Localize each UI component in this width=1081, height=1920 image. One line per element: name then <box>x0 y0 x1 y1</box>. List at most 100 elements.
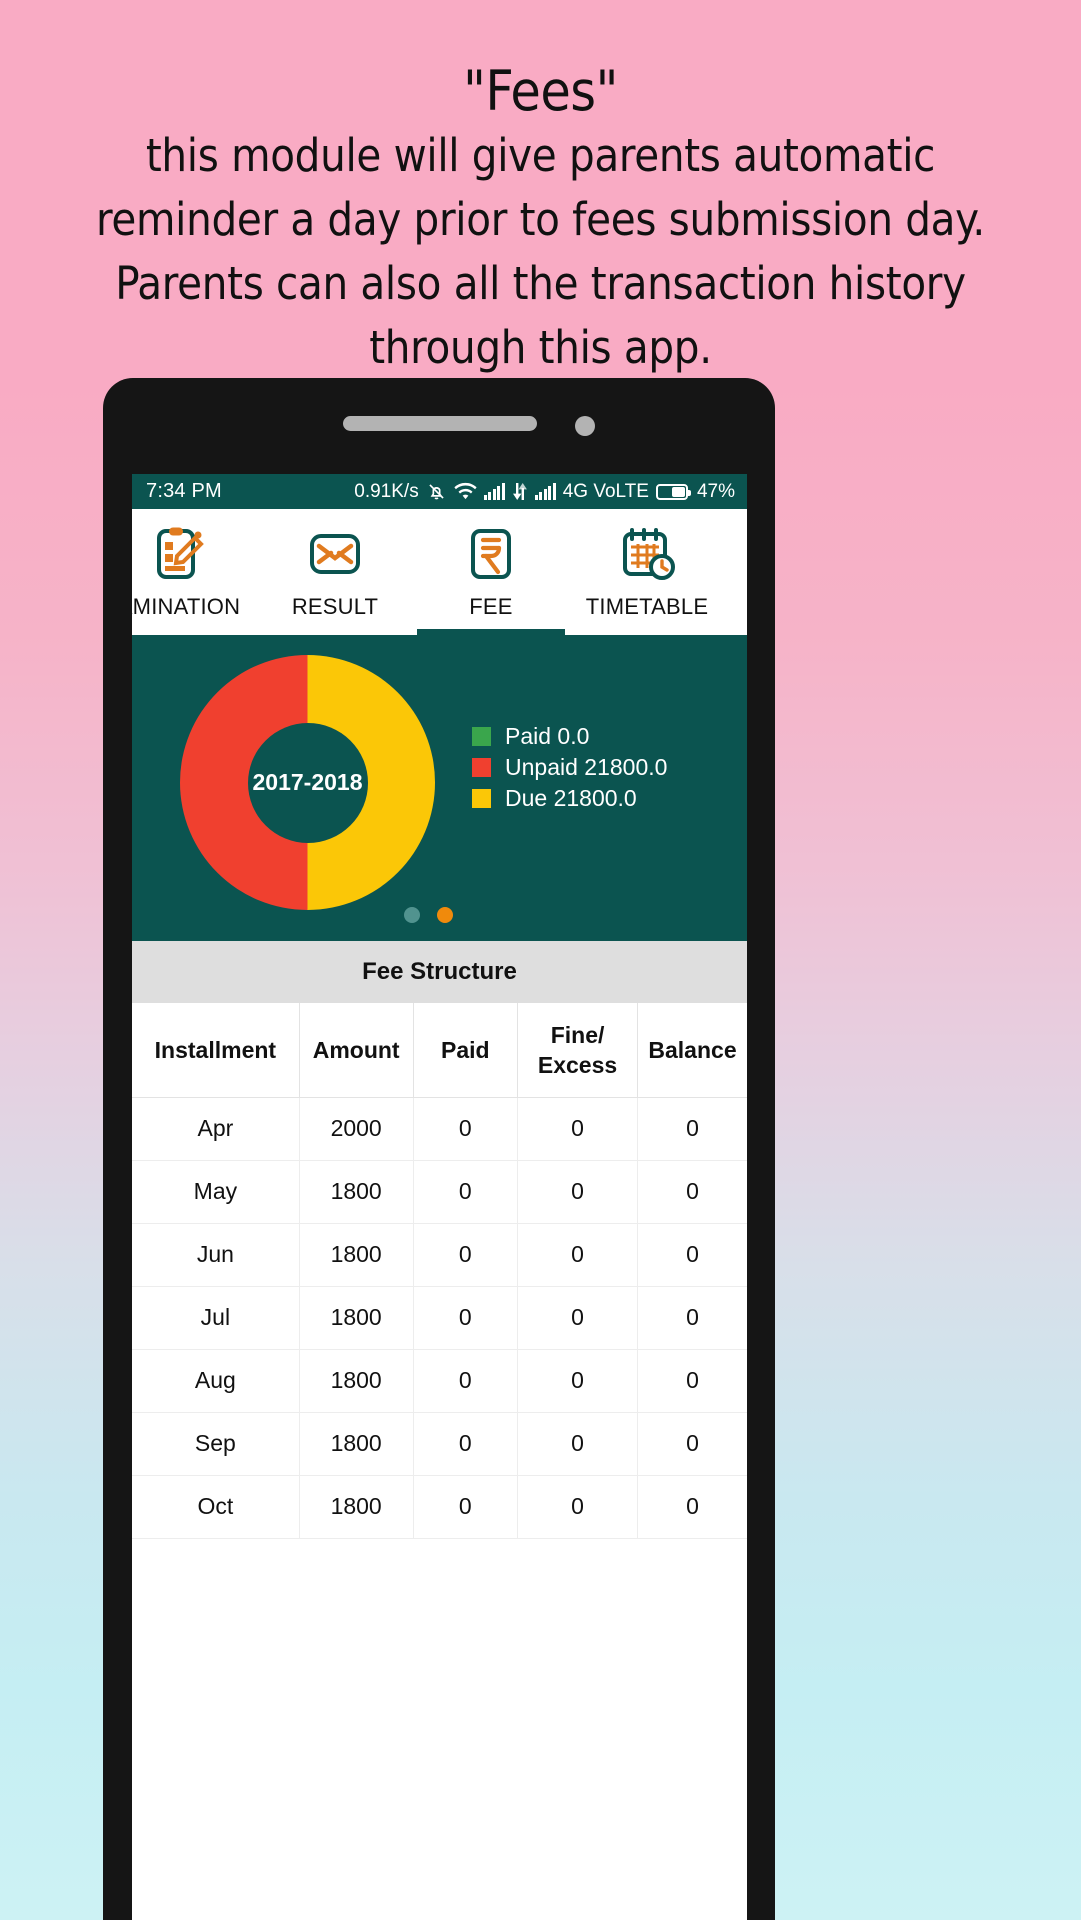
tab-label: RESULT <box>291 594 379 619</box>
cell-installment: May <box>132 1160 300 1224</box>
chart-legend: Paid 0.0 Unpaid 21800.0 Due 21800.0 <box>472 721 667 814</box>
tab-label: AMINATION <box>132 594 241 619</box>
carousel-page-dots[interactable] <box>404 907 453 923</box>
cell-balance: 0 <box>637 1475 747 1539</box>
cell-installment: Apr <box>132 1097 300 1161</box>
tab-timetable[interactable]: TIMETABLE <box>569 509 725 635</box>
cell-balance: 0 <box>637 1160 747 1224</box>
cell-amount: 1800 <box>299 1223 414 1287</box>
legend-label: Due 21800.0 <box>505 785 637 811</box>
wifi-icon <box>454 482 477 502</box>
fee-structure-body: Apr 2000 0 0 0 May 1800 0 0 0 Jun 1800 0 <box>132 1097 747 1539</box>
carousel-dot-2[interactable] <box>437 907 453 923</box>
cell-paid: 0 <box>413 1160 519 1224</box>
rupee-icon <box>413 523 569 585</box>
cell-balance: 0 <box>637 1097 747 1161</box>
fee-structure-table: Installment Amount Paid Fine/ Excess Bal… <box>132 1003 747 1539</box>
cell-balance: 0 <box>637 1412 747 1476</box>
promo-title: "Fees" <box>463 59 618 123</box>
promo-text-block: "Fees" this module will give parents aut… <box>0 58 1081 380</box>
status-bar: 7:34 PM 0.91K/s 4G VoLTE 47% <box>132 474 747 509</box>
fee-structure-title: Fee Structure <box>132 941 747 1003</box>
cell-amount: 1800 <box>299 1349 414 1413</box>
cell-fine: 0 <box>517 1223 638 1287</box>
status-clock: 7:34 PM <box>146 480 222 502</box>
network-type-text: 4G VoLTE <box>562 480 649 502</box>
tab-fee[interactable]: FEE <box>413 509 569 635</box>
legend-swatch-yellow <box>472 789 491 808</box>
cell-installment: Aug <box>132 1349 300 1413</box>
legend-swatch-red <box>472 758 491 777</box>
legend-swatch-green <box>472 727 491 746</box>
donut-center-label: 2017-2018 <box>252 769 363 795</box>
cell-installment: Sep <box>132 1412 300 1476</box>
cell-fine: 0 <box>517 1160 638 1224</box>
legend-item-paid: Paid 0.0 <box>472 721 667 752</box>
table-row[interactable]: Apr 2000 0 0 0 <box>132 1097 747 1161</box>
cell-amount: 1800 <box>299 1160 414 1224</box>
column-header-balance: Balance <box>637 1003 747 1098</box>
cell-paid: 0 <box>413 1286 519 1350</box>
calendar-clock-icon <box>569 523 725 585</box>
earpiece-speaker <box>343 416 537 431</box>
cell-balance: 0 <box>637 1286 747 1350</box>
cell-installment: Oct <box>132 1475 300 1539</box>
fine-line-2: Excess <box>537 1051 618 1078</box>
cell-fine: 0 <box>517 1349 638 1413</box>
network-speed-text: 0.91K/s <box>354 480 419 502</box>
column-header-fine-excess: Fine/ Excess <box>517 1003 638 1098</box>
tab-result[interactable]: RESULT <box>257 509 413 635</box>
cell-paid: 0 <box>413 1349 519 1413</box>
cell-fine: 0 <box>517 1097 638 1161</box>
cell-paid: 0 <box>413 1097 519 1161</box>
bell-muted-icon <box>426 481 447 502</box>
sync-arrows-icon <box>512 482 528 501</box>
legend-label: Paid 0.0 <box>505 723 590 749</box>
cell-installment: Jun <box>132 1223 300 1287</box>
tab-label: FEE <box>469 594 513 619</box>
table-row[interactable]: Aug 1800 0 0 0 <box>132 1349 747 1413</box>
promo-body: this module will give parents automatic … <box>96 129 985 374</box>
phone-top-bezel <box>103 378 775 474</box>
app-screen: 7:34 PM 0.91K/s 4G VoLTE 47% MINATION RE… <box>132 474 747 1920</box>
phone-device-frame: 7:34 PM 0.91K/s 4G VoLTE 47% MINATION RE… <box>103 378 775 1920</box>
tab-leave[interactable]: LEAVE <box>725 509 747 635</box>
tab-label: LEAVE <box>725 594 747 620</box>
cell-installment: Jul <box>132 1286 300 1350</box>
donut-center: 2017-2018 <box>247 722 368 843</box>
cell-paid: 0 <box>413 1223 519 1287</box>
cell-amount: 1800 <box>299 1286 414 1350</box>
carousel-dot-1[interactable] <box>404 907 420 923</box>
clipboard-pencil-icon <box>132 523 257 585</box>
column-header-paid: Paid <box>413 1003 519 1098</box>
legend-label: Unpaid 21800.0 <box>505 754 668 780</box>
table-row[interactable]: Oct 1800 0 0 0 <box>132 1475 747 1539</box>
note-pencil-icon <box>725 523 747 585</box>
table-row[interactable]: Sep 1800 0 0 0 <box>132 1412 747 1476</box>
legend-item-unpaid: Unpaid 21800.0 <box>472 752 667 783</box>
cell-fine: 0 <box>517 1475 638 1539</box>
cell-balance: 0 <box>637 1223 747 1287</box>
envelope-icon <box>257 523 413 585</box>
table-row[interactable]: Jul 1800 0 0 0 <box>132 1286 747 1350</box>
column-header-amount: Amount <box>299 1003 414 1098</box>
tab-label: TIMETABLE <box>585 594 709 619</box>
signal-bars-icon <box>483 483 505 500</box>
fine-line-1: Fine/ <box>550 1021 605 1048</box>
table-row[interactable]: May 1800 0 0 0 <box>132 1160 747 1224</box>
fee-donut-chart[interactable]: 2017-2018 <box>180 655 435 910</box>
table-row[interactable]: Jun 1800 0 0 0 <box>132 1223 747 1287</box>
cell-amount: 2000 <box>299 1097 414 1161</box>
cell-balance: 0 <box>637 1349 747 1413</box>
column-header-installment: Installment <box>132 1003 300 1098</box>
front-camera <box>575 416 595 436</box>
fee-summary-chart-panel: 2017-2018 Paid 0.0 Unpaid 21800.0 Due 21… <box>132 635 747 941</box>
cell-paid: 0 <box>413 1412 519 1476</box>
cell-amount: 1800 <box>299 1475 414 1539</box>
signal-bars-icon <box>534 483 556 500</box>
tab-examination[interactable]: AMINATION <box>132 509 257 635</box>
cell-fine: 0 <box>517 1286 638 1350</box>
cell-fine: 0 <box>517 1412 638 1476</box>
legend-item-due: Due 21800.0 <box>472 783 667 814</box>
module-tab-strip[interactable]: AMINATION RESULT <box>132 509 747 635</box>
